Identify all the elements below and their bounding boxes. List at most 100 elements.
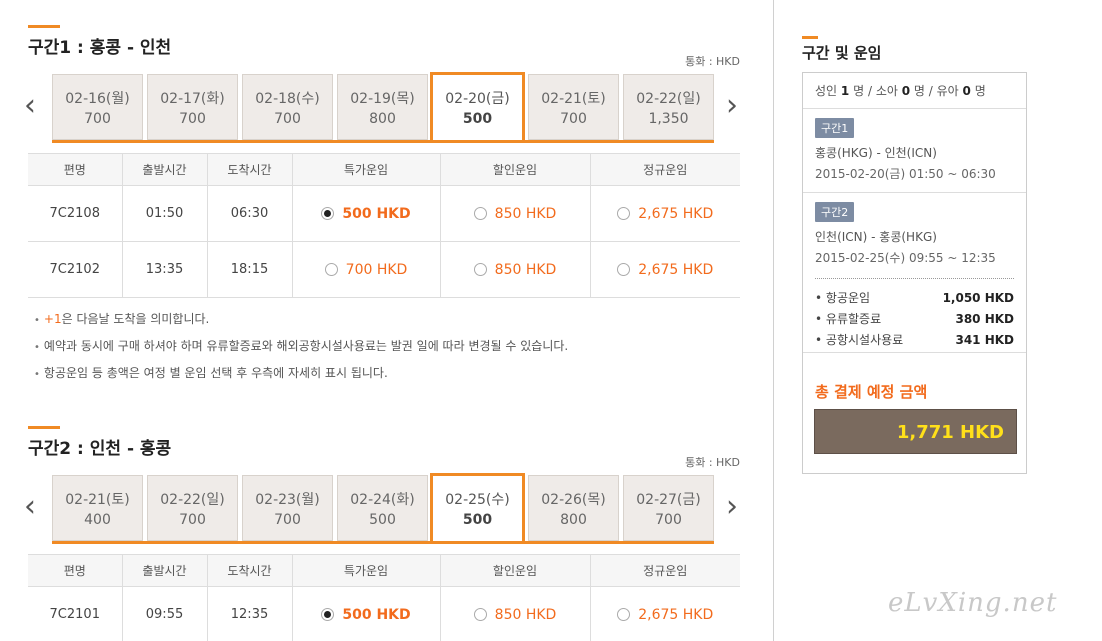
arrival-time: 06:30	[207, 185, 293, 242]
discount-fare-option[interactable]: 850 HKD	[440, 241, 591, 298]
radio[interactable]	[617, 206, 631, 220]
date-label: 02-20(금)	[445, 91, 510, 107]
table-row: 7C2101 09:55 12:35 500 HKD 850 HKD 2,675…	[28, 586, 740, 641]
segment-2-title: 구간2 : 인천 - 홍콩	[28, 439, 172, 459]
date-price: 800	[560, 512, 587, 528]
discount-fare-option[interactable]: 850 HKD	[440, 586, 591, 641]
infant-count: 0	[962, 84, 971, 98]
currency-label: 통화 : HKD	[685, 55, 740, 68]
regular-fare-option[interactable]: 2,675 HKD	[590, 185, 740, 242]
fee-row: • 항공운임 1,050 HKD	[815, 287, 1014, 308]
fare-price: 850 HKD	[494, 205, 557, 222]
date-label: 02-24(화)	[350, 492, 415, 508]
col-flight: 편명	[28, 554, 123, 587]
col-departure: 출발시간	[122, 554, 208, 587]
vertical-divider	[773, 0, 774, 641]
date-label: 02-17(화)	[160, 91, 225, 107]
page: 구간1 : 홍콩 - 인천 통화 : HKD ‹ 02-16(월) 700 02-…	[0, 0, 1102, 641]
date-price: 500	[462, 111, 493, 127]
fare-price: 2,675 HKD	[638, 205, 714, 222]
note-item: +1은 다음날 도착을 의미합니다.	[34, 310, 568, 327]
child-count: 0	[901, 84, 911, 98]
radio[interactable]	[617, 262, 631, 276]
date-label: 02-16(월)	[65, 91, 130, 107]
col-discount-fare: 할인운임	[440, 554, 591, 587]
segment-time: 2015-02-20(금) 01:50 ~ 06:30	[815, 167, 996, 181]
radio-selected[interactable]	[321, 206, 335, 220]
date-label: 02-22(일)	[636, 91, 701, 107]
infant-label: 명 / 유아	[913, 84, 959, 98]
date-tab[interactable]: 02-27(금) 700	[623, 475, 714, 541]
date-tab[interactable]: 02-16(월) 700	[52, 74, 143, 140]
prev-dates-icon[interactable]: ‹	[22, 487, 38, 527]
date-label: 02-25(수)	[445, 492, 510, 508]
fee-value: 341 HKD	[955, 332, 1014, 347]
regular-fare-option[interactable]: 2,675 HKD	[590, 586, 740, 641]
adult-count: 1	[840, 84, 850, 98]
flights-table-2: 편명 출발시간 도착시간 특가운임 할인운임 정규운임 7C2101 09:55…	[28, 554, 740, 641]
adult-label: 성인	[815, 84, 838, 98]
segment-1-title: 구간1 : 홍콩 - 인천	[28, 38, 172, 58]
discount-fare-option[interactable]: 850 HKD	[440, 185, 591, 242]
table-row: 7C2108 01:50 06:30 500 HKD 850 HKD 2,675…	[28, 185, 740, 242]
note-item: 항공운임 등 총액은 여정 별 운임 선택 후 우측에 자세히 표시 됩니다.	[34, 364, 568, 381]
prev-dates-icon[interactable]: ‹	[22, 86, 38, 126]
flights-table-1: 편명 출발시간 도착시간 특가운임 할인운임 정규운임 7C2108 01:50…	[28, 153, 740, 298]
radio[interactable]	[617, 607, 631, 621]
radio-selected[interactable]	[321, 607, 335, 621]
segment-badge: 구간2	[815, 202, 855, 222]
date-label: 02-19(목)	[350, 91, 415, 107]
special-fare-option[interactable]: 500 HKD	[292, 586, 441, 641]
radio[interactable]	[324, 262, 338, 276]
radio[interactable]	[473, 607, 487, 621]
date-tab[interactable]: 02-23(월) 700	[242, 475, 333, 541]
total-amount: 1,771 HKD	[814, 409, 1017, 454]
fee-label: • 항공운임	[815, 291, 871, 305]
next-dates-icon[interactable]: ›	[724, 86, 740, 126]
segment-route: 홍콩(HKG) - 인천(ICN)	[815, 146, 937, 160]
strip-underline	[52, 541, 714, 544]
fee-row: • 공항시설사용료 341 HKD	[815, 329, 1014, 350]
notes-list: +1은 다음날 도착을 의미합니다. 예약과 동시에 구매 하셔야 하며 유류할…	[34, 310, 568, 391]
date-price: 700	[84, 111, 111, 127]
segment-2-summary: 구간2 인천(ICN) - 홍콩(HKG) 2015-02-25(수) 09:5…	[803, 193, 1026, 353]
table-row: 7C2102 13:35 18:15 700 HKD 850 HKD 2,675…	[28, 241, 740, 298]
radio[interactable]	[473, 206, 487, 220]
date-tab[interactable]: 02-22(일) 1,350	[623, 74, 714, 140]
col-regular-fare: 정규운임	[590, 153, 740, 186]
date-tab-selected[interactable]: 02-25(수) 500	[430, 473, 525, 543]
special-fare-option[interactable]: 500 HKD	[292, 185, 441, 242]
date-label: 02-22(일)	[160, 492, 225, 508]
special-fare-option[interactable]: 700 HKD	[292, 241, 441, 298]
date-tab[interactable]: 02-17(화) 700	[147, 74, 238, 140]
segment-route: 인천(ICN) - 홍콩(HKG)	[815, 230, 937, 244]
segment-1-summary: 구간1 홍콩(HKG) - 인천(ICN) 2015-02-20(금) 01:5…	[803, 109, 1026, 193]
fare-price: 850 HKD	[494, 606, 557, 623]
date-tab[interactable]: 02-18(수) 700	[242, 74, 333, 140]
date-label: 02-26(목)	[541, 492, 606, 508]
date-price: 700	[274, 111, 301, 127]
date-tabs-1: 02-16(월) 700 02-17(화) 700 02-18(수) 700 02-1…	[52, 72, 714, 142]
date-tab[interactable]: 02-21(토) 700	[528, 74, 619, 140]
date-strip-1: ‹ 02-16(월) 700 02-17(화) 700 02-18(수) 700 02…	[24, 72, 740, 143]
col-discount-fare: 할인운임	[440, 153, 591, 186]
child-label: 명 / 소아	[853, 84, 898, 98]
date-strip-2: ‹ 02-21(토) 400 02-22(일) 700 02-23(월) 700 02…	[24, 473, 740, 544]
date-tabs-2: 02-21(토) 400 02-22(일) 700 02-23(월) 700 02-2…	[52, 473, 714, 543]
fare-price: 500 HKD	[342, 606, 411, 623]
date-tab-selected[interactable]: 02-20(금) 500	[430, 72, 525, 142]
date-tab[interactable]: 02-26(목) 800	[528, 475, 619, 541]
dotted-divider	[815, 278, 1014, 279]
section-accent	[802, 36, 818, 39]
next-dates-icon[interactable]: ›	[724, 487, 740, 527]
fare-price: 700 HKD	[345, 261, 408, 278]
date-tab[interactable]: 02-19(목) 800	[337, 74, 428, 140]
radio[interactable]	[473, 262, 487, 276]
date-tab[interactable]: 02-21(토) 400	[52, 475, 143, 541]
date-tab[interactable]: 02-22(일) 700	[147, 475, 238, 541]
note-item: 예약과 동시에 구매 하셔야 하며 유류할증료와 해외공항시설사용료는 발권 일…	[34, 337, 568, 354]
date-tab[interactable]: 02-24(화) 500	[337, 475, 428, 541]
date-price: 500	[369, 512, 396, 528]
col-special-fare: 특가운임	[292, 554, 441, 587]
regular-fare-option[interactable]: 2,675 HKD	[590, 241, 740, 298]
